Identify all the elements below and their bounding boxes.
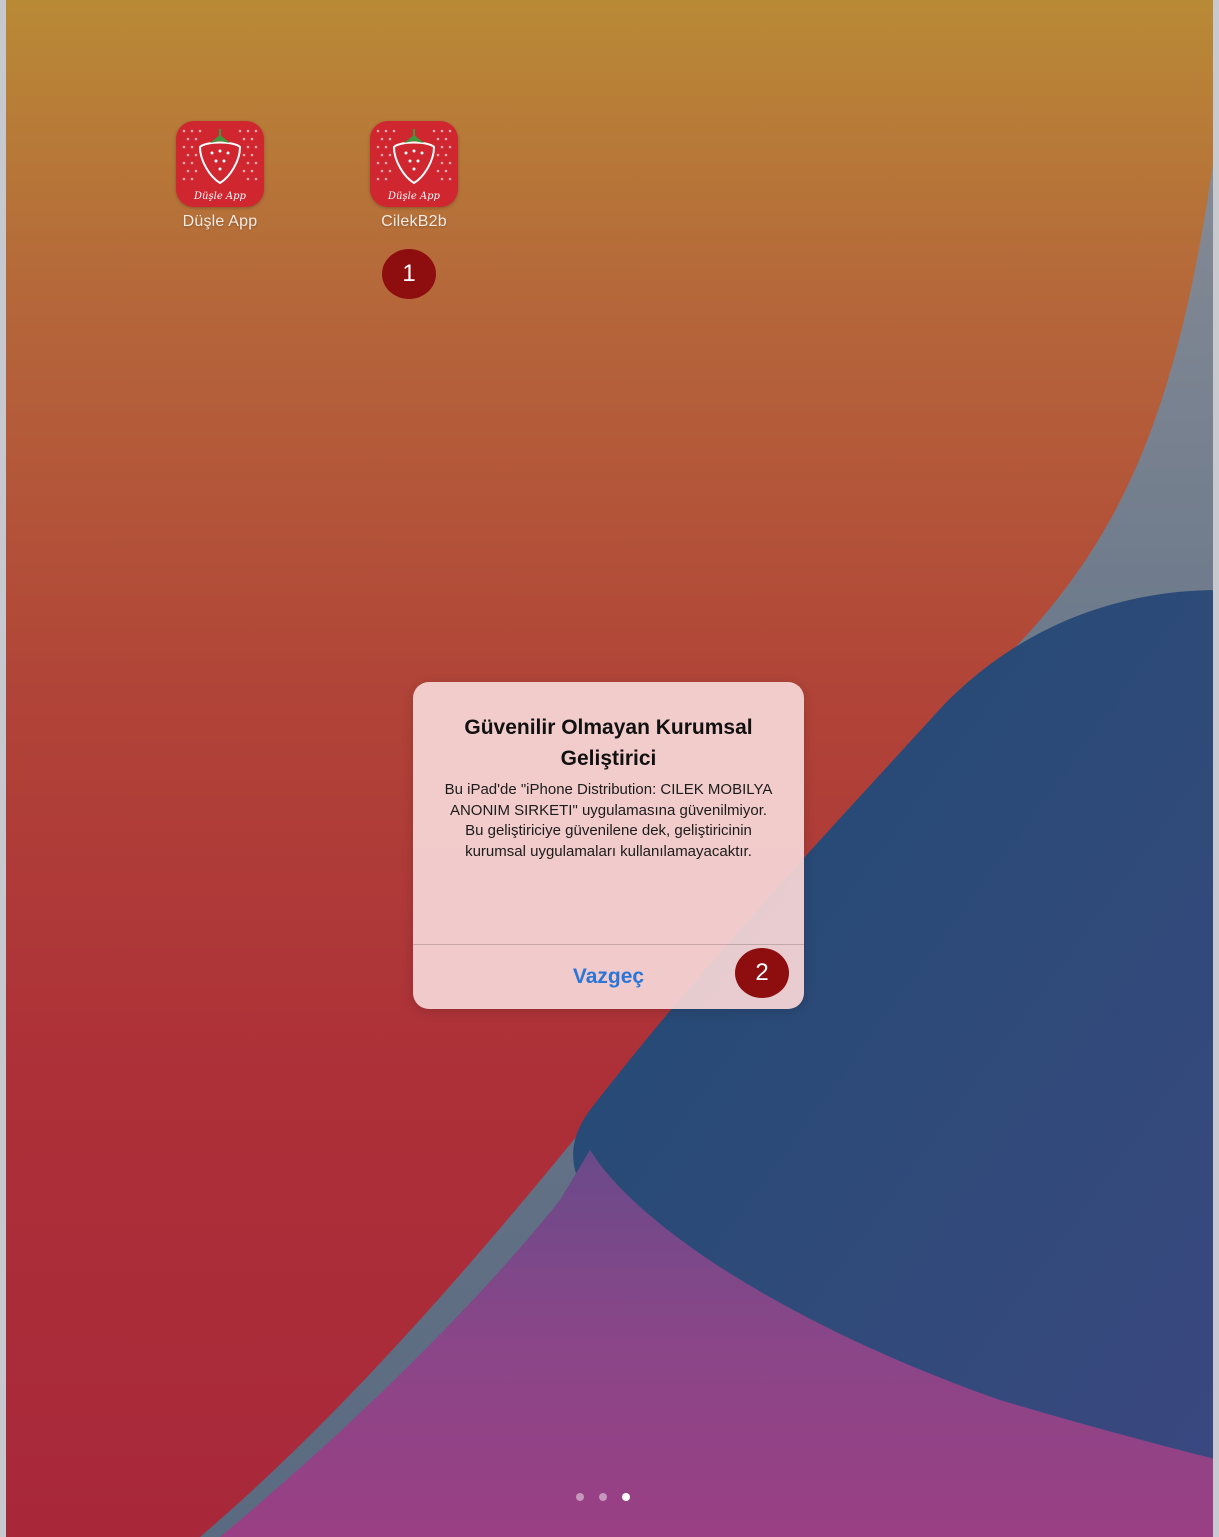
app-icon-caption: Düşle App bbox=[193, 191, 247, 202]
alert-title: Güvenilir Olmayan Kurumsal Geliştirici bbox=[464, 716, 753, 770]
strawberry-icon: Düşle App bbox=[176, 121, 264, 207]
app-icon-caption: Düşle App bbox=[387, 191, 441, 202]
app-dusle-app[interactable]: Düşle App Düşle App bbox=[160, 121, 280, 231]
page-dot[interactable] bbox=[576, 1493, 584, 1501]
strawberry-icon: Düşle App bbox=[370, 121, 458, 207]
app-cilekb2b[interactable]: Düşle App CilekB2b bbox=[354, 121, 474, 231]
alert-message: Bu iPad'de "iPhone Distribution: CILEK M… bbox=[444, 781, 773, 860]
page-dot-active[interactable] bbox=[622, 1493, 630, 1501]
device-frame-left bbox=[0, 0, 6, 1537]
step-badge-1: 1 bbox=[382, 249, 436, 299]
page-indicator[interactable] bbox=[576, 1491, 630, 1503]
app-label: Düşle App bbox=[182, 213, 258, 230]
device-frame-right bbox=[1213, 0, 1219, 1537]
app-label: CilekB2b bbox=[381, 213, 447, 230]
step-badge-2: 2 bbox=[735, 948, 789, 998]
page-dot[interactable] bbox=[599, 1493, 607, 1501]
